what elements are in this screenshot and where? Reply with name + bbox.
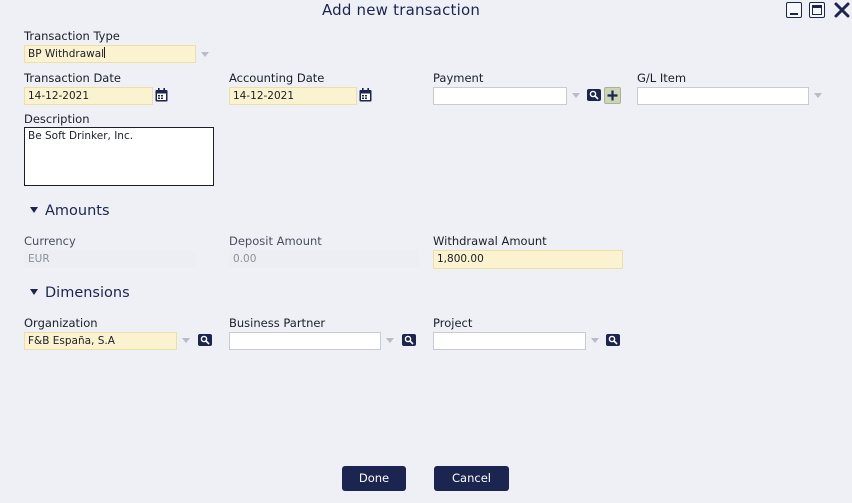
organization-select[interactable]: F&B España, S.A [24,332,177,350]
collapse-icon [30,207,38,213]
transaction-type-value: BP Withdrawal [28,48,105,60]
transaction-type-dropdown-icon[interactable] [201,52,209,57]
amounts-section-title: Amounts [45,203,110,219]
amounts-section-header[interactable]: Amounts [30,202,110,220]
payment-dropdown-icon[interactable] [572,93,580,98]
collapse-icon [30,289,38,295]
gl-item-dropdown-icon[interactable] [814,93,822,98]
description-textarea[interactable]: Be Soft Drinker, Inc. [24,127,214,186]
business-partner-label: Business Partner [229,316,326,330]
gl-item-label: G/L Item [637,71,687,85]
dimensions-section-title: Dimensions [45,285,130,301]
withdrawal-amount-input[interactable]: 1,800.00 [433,250,623,269]
project-dropdown-icon[interactable] [591,338,599,343]
calendar-icon[interactable] [155,88,168,102]
cancel-button[interactable]: Cancel [434,466,509,491]
description-label: Description [24,112,90,126]
search-icon[interactable] [587,89,601,101]
deposit-amount-field: 0.00 [229,250,419,268]
organization-label: Organization [24,316,98,330]
calendar-icon[interactable] [359,88,372,102]
currency-label: Currency [24,234,76,248]
withdrawal-amount-label: Withdrawal Amount [433,234,547,248]
minimize-icon[interactable] [786,2,802,18]
search-icon[interactable] [402,334,416,346]
accounting-date-input[interactable]: 14-12-2021 [229,87,357,105]
payment-select[interactable] [433,87,567,105]
maximize-icon[interactable] [809,2,825,18]
deposit-amount-label: Deposit Amount [229,234,322,248]
search-icon[interactable] [606,334,620,346]
close-icon[interactable] [833,1,851,19]
plus-icon [607,90,618,101]
done-button[interactable]: Done [342,466,406,491]
text-cursor [104,47,106,58]
transaction-type-label: Transaction Type [24,29,120,43]
transaction-date-input[interactable]: 14-12-2021 [24,87,153,105]
organization-dropdown-icon[interactable] [182,338,190,343]
search-icon[interactable] [198,334,212,346]
transaction-date-label: Transaction Date [24,71,121,85]
add-payment-button[interactable] [604,87,621,104]
business-partner-dropdown-icon[interactable] [386,338,394,343]
currency-field: EUR [24,250,196,268]
project-select[interactable] [433,332,586,350]
accounting-date-label: Accounting Date [229,71,325,85]
business-partner-select[interactable] [229,332,381,350]
dimensions-section-header[interactable]: Dimensions [30,284,130,302]
transaction-type-select[interactable]: BP Withdrawal [24,45,196,63]
project-label: Project [433,316,473,330]
gl-item-select[interactable] [637,87,809,105]
payment-label: Payment [433,71,484,85]
dialog-title: Add new transaction [321,1,481,19]
